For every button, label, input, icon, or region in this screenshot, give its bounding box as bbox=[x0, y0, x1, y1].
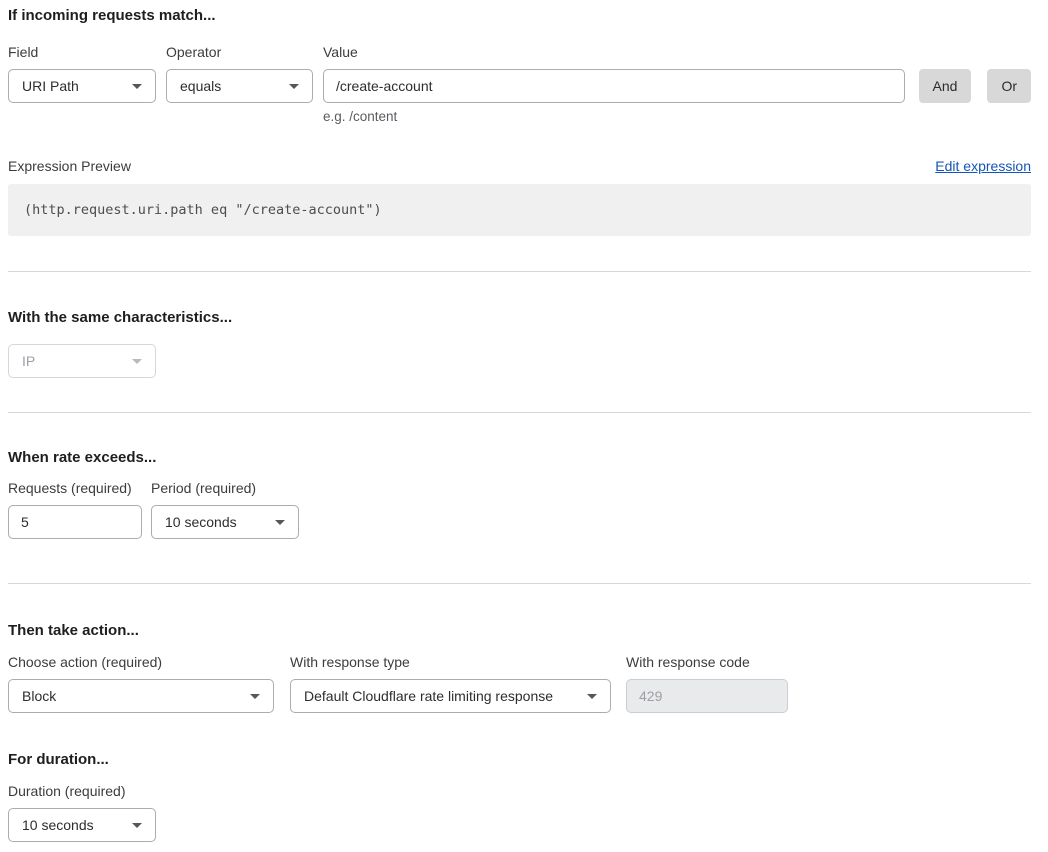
response-type-select[interactable]: Default Cloudflare rate limiting respons… bbox=[290, 679, 611, 713]
expression-preview-code: (http.request.uri.path eq "/create-accou… bbox=[8, 184, 1031, 236]
field-label: Field bbox=[8, 44, 156, 61]
chevron-down-icon bbox=[275, 520, 285, 525]
value-input[interactable] bbox=[323, 69, 905, 103]
expression-preview-label: Expression Preview bbox=[8, 158, 131, 175]
section-divider bbox=[8, 271, 1031, 272]
chevron-down-icon bbox=[587, 694, 597, 699]
value-group: Value e.g. /content bbox=[323, 44, 905, 125]
period-select-value: 10 seconds bbox=[165, 514, 237, 530]
response-type-select-value: Default Cloudflare rate limiting respons… bbox=[304, 688, 553, 704]
response-code-label: With response code bbox=[626, 654, 788, 671]
operator-select-value: equals bbox=[180, 78, 221, 94]
duration-section-heading: For duration... bbox=[8, 751, 1031, 769]
match-section-heading: If incoming requests match... bbox=[8, 7, 1031, 25]
value-helper-text: e.g. /content bbox=[323, 109, 905, 125]
characteristic-select-value: IP bbox=[22, 353, 35, 369]
period-select[interactable]: 10 seconds bbox=[151, 505, 299, 539]
section-divider bbox=[8, 412, 1031, 413]
rate-section-heading: When rate exceeds... bbox=[8, 449, 1031, 467]
field-group: Field URI Path bbox=[8, 44, 156, 103]
and-button[interactable]: And bbox=[919, 69, 972, 103]
response-type-label: With response type bbox=[290, 654, 611, 671]
chevron-down-icon bbox=[132, 359, 142, 364]
response-type-group: With response type Default Cloudflare ra… bbox=[290, 654, 611, 713]
condition-row: Field URI Path Operator equals Value e.g… bbox=[8, 44, 1031, 125]
requests-input[interactable] bbox=[8, 505, 142, 539]
action-section-heading: Then take action... bbox=[8, 622, 1031, 640]
rate-row: Requests (required) Period (required) 10… bbox=[8, 480, 1031, 539]
condition-logic-buttons: And Or bbox=[919, 44, 1031, 103]
action-label: Choose action (required) bbox=[8, 654, 274, 671]
chevron-down-icon bbox=[250, 694, 260, 699]
duration-label: Duration (required) bbox=[8, 783, 156, 800]
requests-group: Requests (required) bbox=[8, 480, 142, 539]
chevron-down-icon bbox=[132, 823, 142, 828]
action-group: Choose action (required) Block bbox=[8, 654, 274, 713]
duration-select-value: 10 seconds bbox=[22, 817, 94, 833]
duration-select[interactable]: 10 seconds bbox=[8, 808, 156, 842]
value-label: Value bbox=[323, 44, 905, 61]
response-code-group: With response code bbox=[626, 654, 788, 713]
chevron-down-icon bbox=[132, 84, 142, 89]
requests-label: Requests (required) bbox=[8, 480, 142, 497]
section-divider bbox=[8, 583, 1031, 584]
action-select[interactable]: Block bbox=[8, 679, 274, 713]
period-group: Period (required) 10 seconds bbox=[151, 480, 299, 539]
operator-select[interactable]: equals bbox=[166, 69, 313, 103]
expression-preview-header: Expression Preview Edit expression bbox=[8, 158, 1031, 175]
edit-expression-link[interactable]: Edit expression bbox=[935, 158, 1031, 175]
field-select[interactable]: URI Path bbox=[8, 69, 156, 103]
rate-limiting-rule-form: If incoming requests match... Field URI … bbox=[0, 0, 1048, 852]
chevron-down-icon bbox=[289, 84, 299, 89]
action-select-value: Block bbox=[22, 688, 56, 704]
field-select-value: URI Path bbox=[22, 78, 79, 94]
duration-group: Duration (required) 10 seconds bbox=[8, 783, 156, 842]
response-code-input bbox=[626, 679, 788, 713]
operator-group: Operator equals bbox=[166, 44, 313, 103]
or-button[interactable]: Or bbox=[987, 69, 1031, 103]
action-row: Choose action (required) Block With resp… bbox=[8, 654, 1031, 713]
period-label: Period (required) bbox=[151, 480, 299, 497]
characteristic-select: IP bbox=[8, 344, 156, 378]
operator-label: Operator bbox=[166, 44, 313, 61]
characteristics-section-heading: With the same characteristics... bbox=[8, 309, 1031, 327]
